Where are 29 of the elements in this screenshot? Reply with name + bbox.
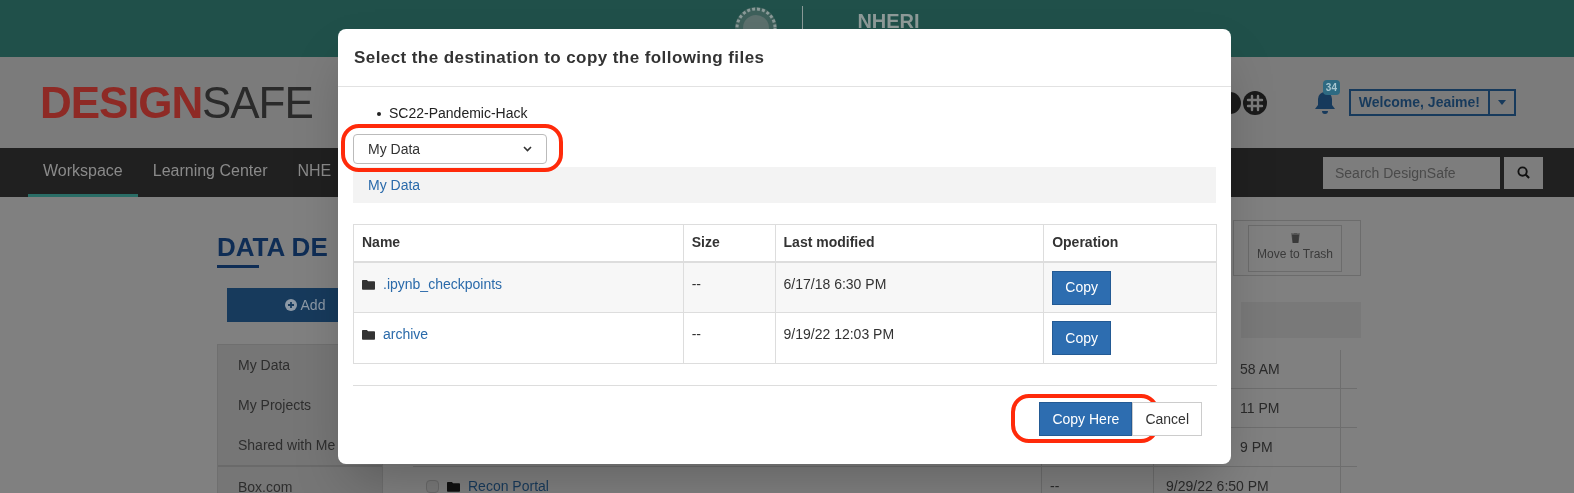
file-name: SC22-Pandemic-Hack (389, 104, 528, 123)
page-title: DATA DE (217, 234, 328, 260)
size-cell: -- (691, 275, 701, 292)
size-cell: -- (691, 326, 701, 342)
breadcrumb-link[interactable]: My Data (368, 174, 421, 196)
column-header: Size (683, 224, 776, 262)
size-cell-text: -- (1050, 476, 1060, 493)
folder-link[interactable]: archive (383, 324, 429, 345)
copy-button[interactable]: Copy (1052, 270, 1112, 305)
modified-cell: 9/19/22 12:03 PM (783, 326, 895, 342)
site-logo: DESIGNSAFE (40, 80, 313, 125)
trash-button[interactable]: Move to Trash (1248, 224, 1342, 272)
copy-button[interactable]: Copy (1052, 321, 1112, 355)
nav-link[interactable]: Workspace (28, 148, 138, 197)
column-header: Operation (1043, 224, 1217, 262)
folder-link[interactable]: Recon Portal (468, 475, 549, 493)
notification-badge: 34 (1322, 79, 1340, 95)
dialog-title: Select the destination to copy the following files (354, 46, 765, 69)
modified-cell: 9/29/22 6:50 PM (1153, 467, 1341, 493)
org-label: NHERI (856, 9, 920, 34)
nav-link[interactable]: Learning Center (137, 148, 283, 197)
cancel-button[interactable]: Cancel (1132, 402, 1202, 436)
modified-cell: 6/17/18 6:30 PM (783, 275, 887, 292)
destination-select[interactable]: My Data (353, 134, 547, 164)
folder-link[interactable]: .ipynb_checkpoints (383, 273, 503, 295)
copy-here-button[interactable]: Copy Here (1039, 402, 1133, 436)
sidebar-item[interactable]: Box.com (218, 467, 382, 493)
column-header: Name (353, 224, 684, 262)
column-header: Last modified (775, 224, 1044, 262)
